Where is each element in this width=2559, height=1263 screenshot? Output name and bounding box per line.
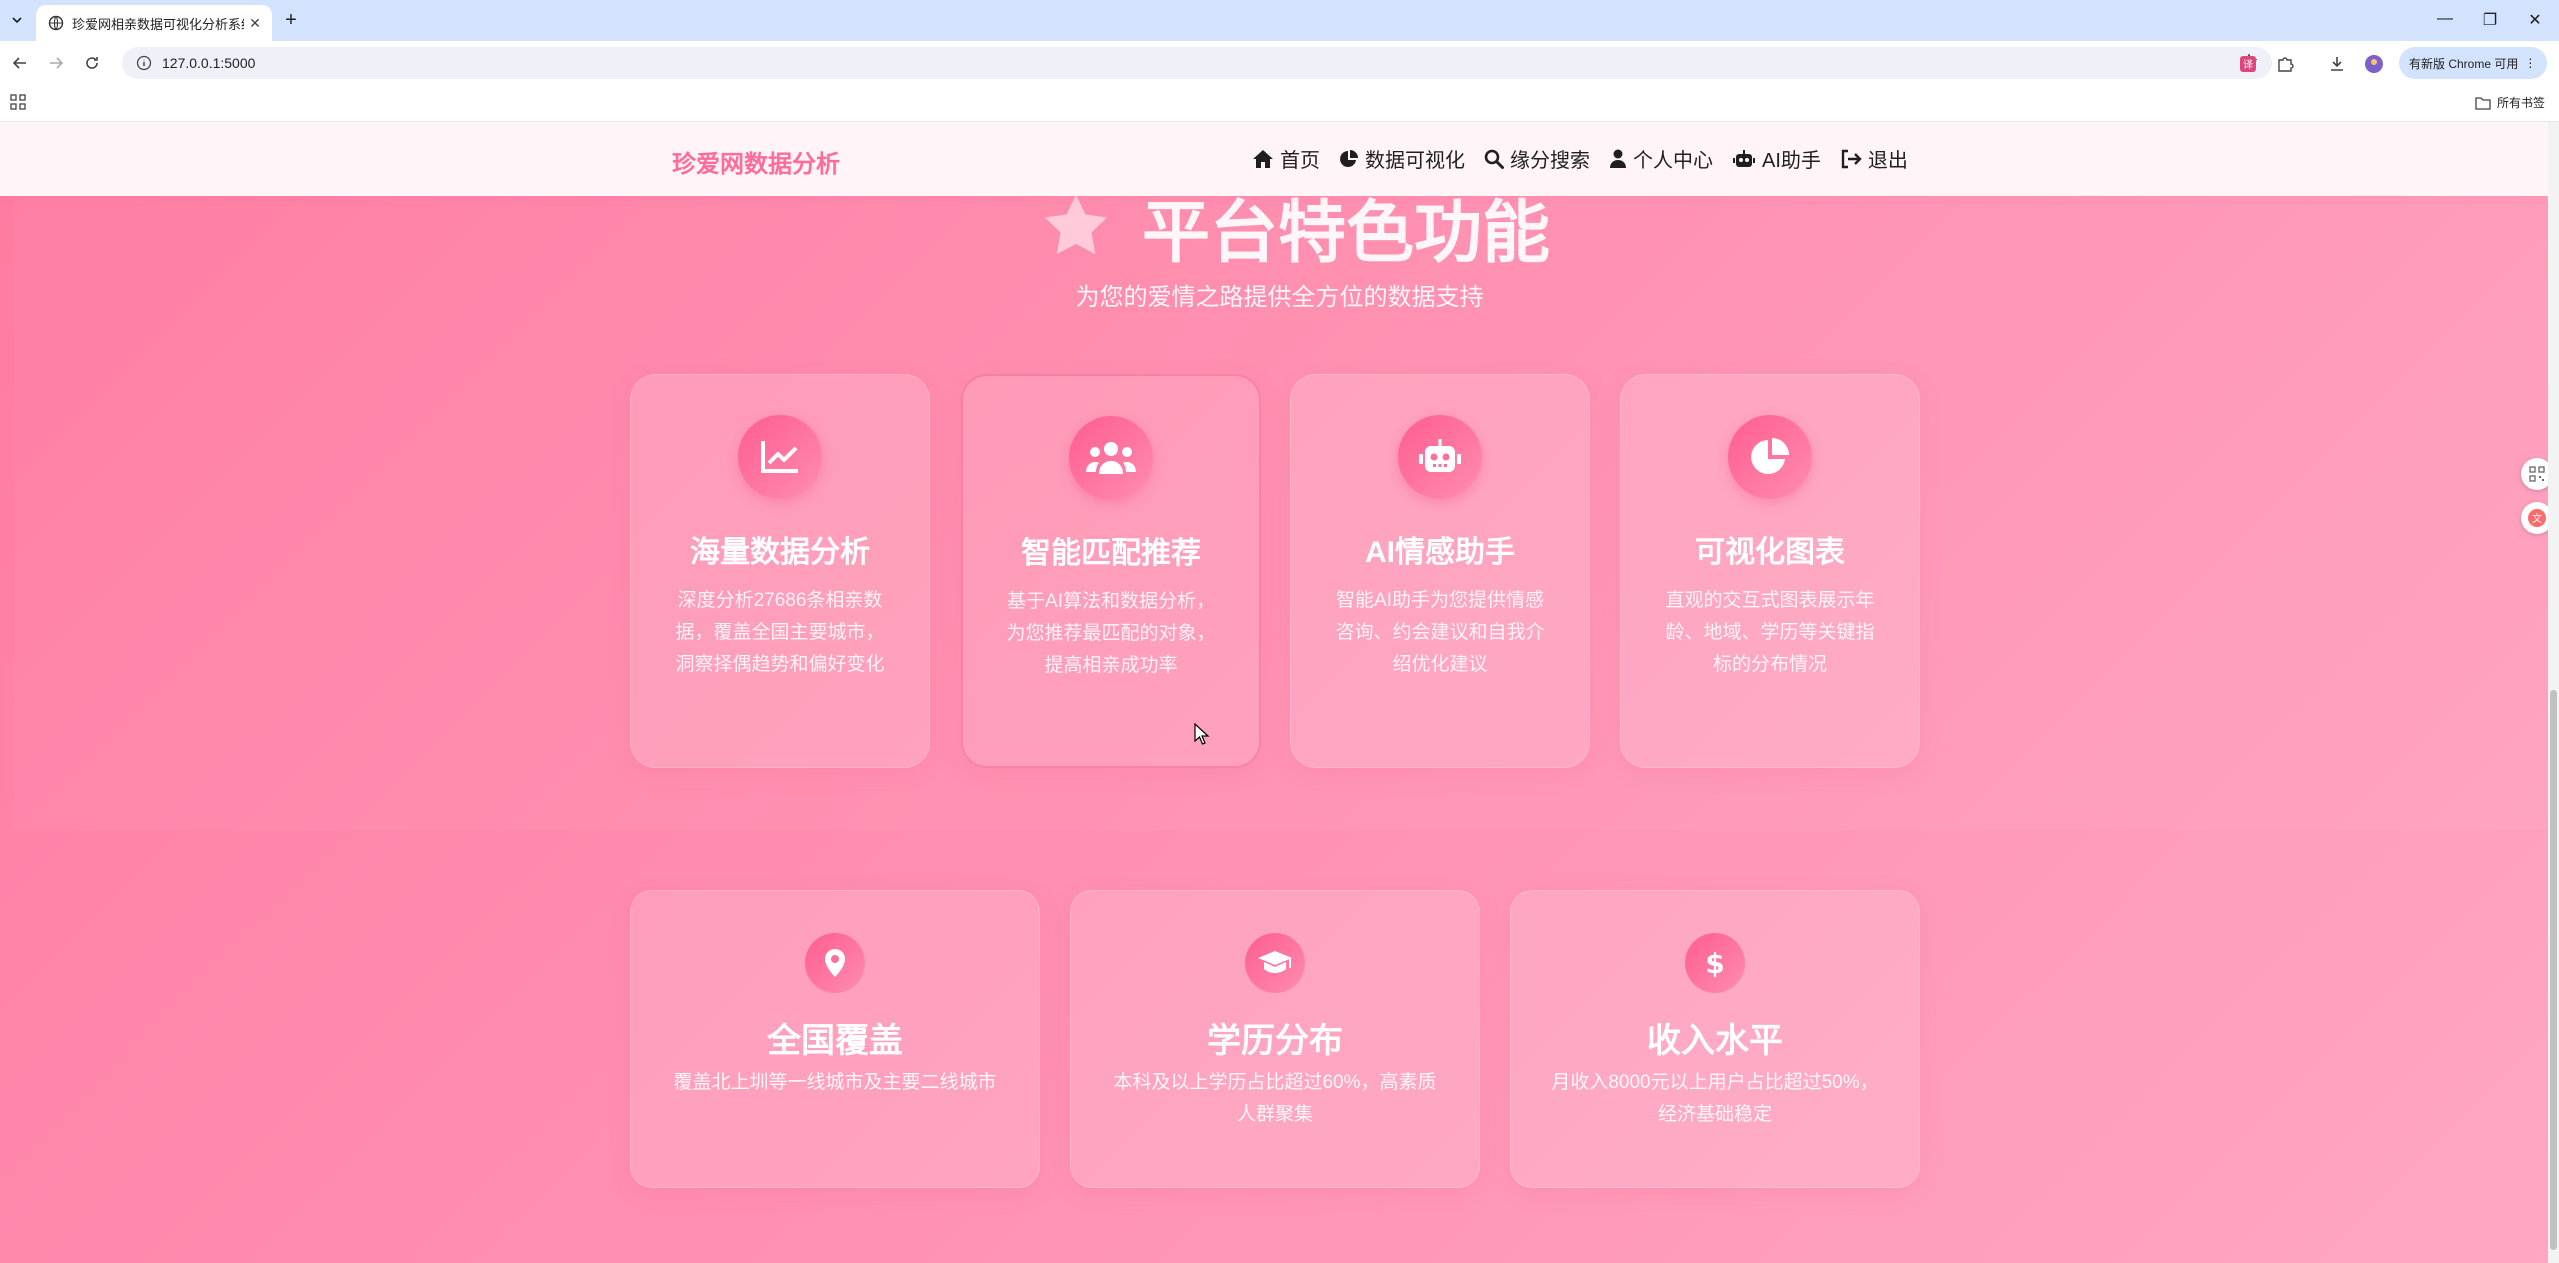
feature-title: 海量数据分析 [690, 536, 870, 569]
stat-title: 全国覆盖 [767, 1022, 903, 1060]
all-bookmarks-button[interactable]: 所有书签 [2475, 94, 2545, 111]
users-icon [1069, 416, 1153, 500]
minimize-icon[interactable]: — [2430, 10, 2460, 28]
feature-card-visual-charts[interactable]: 可视化图表 直观的交互式图表展示年龄、地域、学历等关键指标的分布情况 [1620, 374, 1920, 768]
nav-profile[interactable]: 个人中心 [1609, 144, 1713, 173]
bookmarks-bar: 所有书签 [0, 85, 2559, 122]
url-text[interactable]: 127.0.0.1:5000 [162, 55, 255, 71]
svg-text:$: $ [1705, 947, 1724, 979]
map-marker-icon [805, 933, 865, 993]
nav-profile-label: 个人中心 [1633, 150, 1713, 172]
chart-line-icon [738, 415, 822, 499]
svg-text:译: 译 [2243, 59, 2253, 71]
nav-home-label: 首页 [1280, 150, 1320, 172]
update-label: 有新版 Chrome 可用 [2409, 56, 2519, 71]
arrow-left-icon [12, 57, 26, 69]
home-icon [1253, 149, 1273, 168]
page-content: 珍爱网数据分析 首页 数据可视化 缘分搜索 个人中心 AI助手 退出 平台特色功… [0, 122, 2559, 1263]
reload-icon [86, 57, 98, 69]
site-info-icon[interactable] [136, 55, 152, 71]
puzzle-icon[interactable] [2274, 53, 2296, 75]
stat-card-coverage: 全国覆盖 覆盖北上圳等一线城市及主要二线城市 [630, 890, 1040, 1188]
scrollbar-thumb[interactable] [2550, 690, 2557, 1250]
nav-logout[interactable]: 退出 [1840, 144, 1908, 173]
reload-button[interactable] [80, 51, 104, 75]
more-vert-icon: ⋮ [2524, 56, 2537, 70]
feature-desc: 智能AI助手为您提供情感咨询、约会建议和自我介绍优化建议 [1335, 590, 1545, 675]
nav-search-label: 缘分搜索 [1510, 150, 1590, 172]
qr-code-icon [2529, 466, 2545, 482]
new-tab-button[interactable]: + [280, 10, 302, 32]
site-brand[interactable]: 珍爱网数据分析 [672, 144, 840, 179]
tab-title: 珍爱网相亲数据可视化分析系统 [72, 16, 244, 32]
svg-text:文: 文 [2532, 512, 2542, 525]
all-bookmarks-label: 所有书签 [2496, 96, 2545, 110]
nav-search[interactable]: 缘分搜索 [1484, 144, 1590, 173]
nav-logout-label: 退出 [1867, 150, 1908, 172]
nav-ai-assistant[interactable]: AI助手 [1732, 144, 1821, 173]
dollar-icon: $ [1685, 933, 1745, 993]
browser-tab-active[interactable]: 珍爱网相亲数据可视化分析系统 ✕ [36, 5, 272, 41]
feature-card-data-analysis[interactable]: 海量数据分析 深度分析27686条相亲数据，覆盖全国主要城市，洞察择偶趋势和偏好… [630, 374, 930, 768]
user-icon [1610, 149, 1626, 168]
stat-desc: 月收入8000元以上用户占比超过50%，经济基础稳定 [1551, 1072, 1879, 1125]
chrome-update-button[interactable]: 有新版 Chrome 可用 ⋮ [2399, 47, 2547, 79]
apps-grid-icon[interactable] [10, 94, 26, 110]
nav-visualization-label: 数据可视化 [1365, 150, 1465, 172]
feature-desc: 直观的交互式图表展示年龄、地域、学历等关键指标的分布情况 [1665, 590, 1875, 675]
nav-ai-assistant-label: AI助手 [1762, 150, 1821, 172]
feature-card-ai-assistant[interactable]: AI情感助手 智能AI助手为您提供情感咨询、约会建议和自我介绍优化建议 [1290, 374, 1590, 768]
globe-icon [48, 15, 64, 31]
close-tab-icon[interactable]: ✕ [244, 15, 266, 32]
feature-desc: 深度分析27686条相亲数据，覆盖全国主要城市，洞察择偶趋势和偏好变化 [675, 590, 885, 675]
robot-icon [1398, 415, 1482, 499]
chart-pie-icon [1728, 415, 1812, 499]
stat-desc: 本科及以上学历占比超过60%，高素质人群聚集 [1113, 1072, 1437, 1125]
download-icon[interactable] [2326, 53, 2348, 75]
back-button[interactable] [8, 51, 32, 75]
browser-toolbar: 127.0.0.1:5000 译 有新版 Chrome 可用 ⋮ [0, 41, 2559, 85]
search-icon [1484, 149, 1504, 169]
profile-avatar-icon[interactable] [2363, 53, 2385, 75]
feature-title: 智能匹配推荐 [1021, 537, 1201, 570]
translate-icon: 文 [2528, 509, 2546, 527]
section-subtitle: 为您的爱情之路提供全方位的数据支持 [1075, 284, 1484, 311]
close-window-icon[interactable]: ✕ [2520, 10, 2550, 30]
robot-icon [1733, 149, 1755, 167]
browser-tabstrip: 珍爱网相亲数据可视化分析系统 ✕ + — ❐ ✕ [0, 0, 2559, 41]
feature-card-smart-match[interactable]: 智能匹配推荐 基于AI算法和数据分析，为您推荐最匹配的对象，提高相亲成功率 [961, 374, 1261, 768]
address-bar[interactable]: 127.0.0.1:5000 [122, 47, 2272, 79]
graduation-cap-icon [1245, 933, 1305, 993]
nav-links: 首页 数据可视化 缘分搜索 个人中心 AI助手 退出 [1252, 144, 1927, 173]
stat-desc: 覆盖北上圳等一线城市及主要二线城市 [673, 1072, 997, 1093]
feature-title: AI情感助手 [1365, 536, 1515, 569]
site-navbar: 珍爱网数据分析 首页 数据可视化 缘分搜索 个人中心 AI助手 退出 [0, 122, 2548, 196]
nav-home[interactable]: 首页 [1252, 144, 1320, 173]
chart-pie-icon [1340, 149, 1358, 167]
star-icon [1045, 194, 1107, 254]
tab-search-button[interactable] [6, 9, 28, 31]
extension-icon[interactable]: 译 [2237, 53, 2259, 75]
mouse-cursor-icon [1194, 723, 1210, 745]
stat-title: 学历分布 [1207, 1022, 1343, 1060]
arrow-right-icon [50, 57, 64, 69]
stat-card-education: 学历分布 本科及以上学历占比超过60%，高素质人群聚集 [1070, 890, 1480, 1188]
folder-icon [2475, 96, 2491, 110]
feature-title: 可视化图表 [1695, 536, 1845, 569]
stat-card-income: $ 收入水平 月收入8000元以上用户占比超过50%，经济基础稳定 [1510, 890, 1920, 1188]
feature-desc: 基于AI算法和数据分析，为您推荐最匹配的对象，提高相亲成功率 [1006, 591, 1216, 676]
nav-visualization[interactable]: 数据可视化 [1339, 144, 1465, 173]
forward-button[interactable] [44, 51, 68, 75]
chevron-down-icon [12, 17, 22, 24]
restore-icon[interactable]: ❐ [2475, 10, 2505, 30]
stat-title: 收入水平 [1647, 1022, 1783, 1060]
sign-out-icon [1841, 149, 1862, 168]
